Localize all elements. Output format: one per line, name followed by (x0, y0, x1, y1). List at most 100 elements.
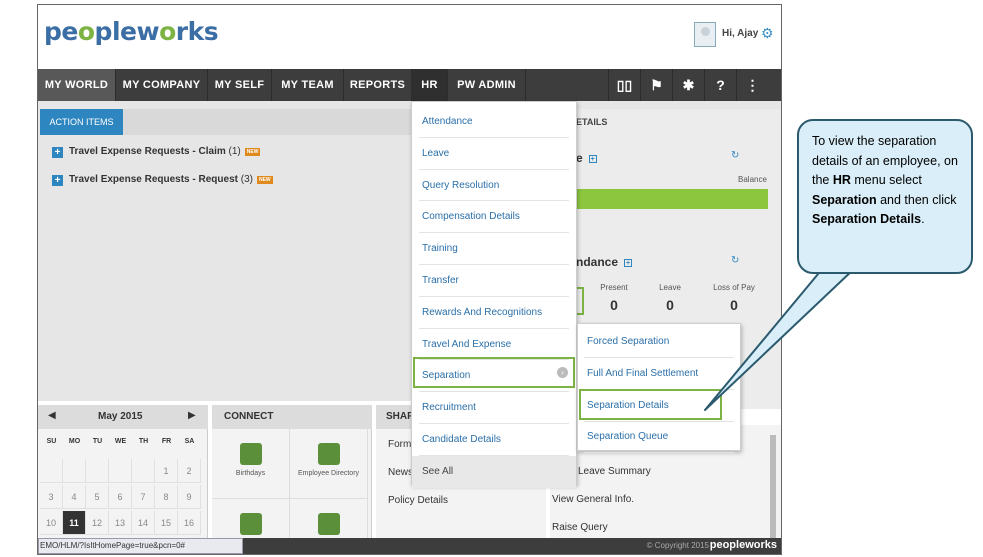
calendar-day[interactable]: 14 (132, 511, 155, 535)
nav-pw-admin[interactable]: PW ADMIN (448, 69, 526, 101)
nav-hr[interactable]: HR (412, 69, 448, 101)
action-item-count: (1) (228, 146, 241, 157)
expand-icon[interactable]: + (52, 175, 63, 186)
calendar-day[interactable]: 4 (63, 485, 86, 509)
share-link-news[interactable]: News (388, 467, 413, 478)
leave-value: 0 (666, 297, 674, 313)
expand-icon[interactable]: + (624, 259, 633, 267)
action-item-row[interactable]: + Travel Expense Requests - Request (3) NE… (52, 174, 273, 186)
calendar-day[interactable]: 11 (63, 511, 86, 535)
gear-icon[interactable]: ⚙ (761, 25, 774, 42)
present-label: Present (600, 283, 628, 292)
calendar-next-icon[interactable]: ▶ (188, 410, 196, 421)
app-window: peopleworks Hi, Ajay ⚙ MY WORLD MY COMPA… (37, 4, 782, 555)
hr-menu-item-transfer[interactable]: Transfer (419, 265, 569, 297)
calendar-day[interactable]: 12 (86, 511, 109, 535)
submenu-arrow-icon: › (557, 367, 568, 378)
nav-my-self[interactable]: MY SELF (208, 69, 272, 101)
submenu-item-full-and-final-settlement[interactable]: Full And Final Settlement (584, 358, 734, 390)
calendar-day[interactable]: 16 (178, 511, 201, 535)
hr-menu-see-all[interactable]: See All (412, 455, 576, 488)
separation-highlight (413, 357, 575, 388)
callout-text: To view the separation details of an emp… (812, 132, 962, 230)
hr-menu-item-leave[interactable]: Leave (419, 138, 569, 170)
sitemap-icon[interactable]: ⋮ (736, 69, 768, 101)
action-items-tab[interactable]: ACTION ITEMS (40, 109, 123, 135)
hr-menu-item-travel-and-expense[interactable]: Travel And Expense (419, 329, 569, 361)
quick-link-leave-summary[interactable]: Leave Summary (578, 466, 651, 477)
employee-directory-tile[interactable]: Employee Directory (290, 429, 368, 499)
user-avatar[interactable] (694, 22, 716, 47)
calendar-day[interactable]: 9 (178, 485, 201, 509)
copyright-text: © Copyright 2015 (646, 541, 709, 550)
calendar-day[interactable]: 10 (40, 511, 63, 535)
hr-menu-item-candidate-details[interactable]: Candidate Details (419, 424, 569, 456)
calendar-day[interactable]: 13 (109, 511, 132, 535)
peopleworks-logo[interactable]: peopleworks (44, 17, 219, 46)
quick-link-raise-query[interactable]: Raise Query (552, 522, 608, 533)
book-icon (239, 513, 262, 535)
calendar-weekday: SU (46, 438, 57, 445)
hr-menu-item-query-resolution[interactable]: Query Resolution (419, 170, 569, 202)
balance-label: Balance (738, 175, 767, 184)
action-item-count: (3) (240, 174, 253, 185)
hr-dropdown-menu: Attendance Leave Query Resolution Compensat… (411, 101, 577, 488)
hr-menu-item-recruitment[interactable]: Recruitment (419, 392, 569, 424)
calendar-day[interactable]: 6 (109, 485, 132, 509)
leave-label: Leave (659, 283, 681, 292)
refresh-icon[interactable]: ↻ (731, 150, 739, 161)
nav-my-world[interactable]: MY WORLD (38, 69, 116, 101)
tools-icon[interactable]: ✱ (672, 69, 704, 101)
footer-logo: peopleworks (709, 539, 777, 551)
connect-title: CONNECT (224, 411, 274, 422)
calendar-day[interactable]: 2 (178, 459, 201, 483)
calendar-day[interactable]: 3 (40, 485, 63, 509)
loss-of-pay-label: Loss of Pay (713, 283, 755, 292)
hr-menu-item-attendance[interactable]: Attendance (419, 106, 569, 138)
calendar-day[interactable]: 7 (132, 485, 155, 509)
callout-text-part: . (921, 212, 925, 226)
calendar-day[interactable]: 15 (155, 511, 178, 535)
details-panel-header: ETAILS (576, 117, 608, 127)
nav-my-company[interactable]: MY COMPANY (116, 69, 208, 101)
calendar-day[interactable]: 1 (155, 459, 178, 483)
birthdays-tile[interactable]: Birthdays (212, 429, 290, 499)
expand-icon[interactable]: + (588, 155, 597, 163)
calendar-day (109, 459, 132, 483)
submenu-item-separation-queue[interactable]: Separation Queue (584, 421, 734, 454)
quick-links-scrollbar[interactable] (770, 435, 776, 541)
nav-my-team[interactable]: MY TEAM (272, 69, 344, 101)
calendar-day[interactable]: 5 (86, 485, 109, 509)
calendar-day[interactable]: 8 (155, 485, 178, 509)
calendar-weekday: TU (92, 438, 103, 445)
nav-reports[interactable]: REPORTS (344, 69, 412, 101)
action-item-label: Travel Expense Requests - Request (69, 174, 238, 185)
calendar-day (40, 459, 63, 483)
help-icon[interactable]: ? (704, 69, 736, 101)
flag-icon[interactable]: ⚑ (640, 69, 672, 101)
separation-details-highlight (579, 389, 722, 420)
calendar-prev-icon[interactable]: ◀ (48, 410, 56, 421)
calendar-day (132, 459, 155, 483)
action-item-label: Travel Expense Requests - Claim (69, 146, 226, 157)
hr-menu-item-training[interactable]: Training (419, 233, 569, 265)
calendar-day (63, 459, 86, 483)
action-item-row[interactable]: + Travel Expense Requests - Claim (1) NEW (52, 146, 261, 158)
expand-icon[interactable]: + (52, 147, 63, 158)
hr-menu-item-rewards-and-recognitions[interactable]: Rewards And Recognitions (419, 297, 569, 329)
hr-menu-item-compensation-details[interactable]: Compensation Details (419, 201, 569, 234)
newspaper-icon (317, 513, 340, 535)
refresh-icon[interactable]: ↻ (731, 255, 739, 266)
calendar-month-title: May 2015 (98, 411, 143, 422)
share-link-policy-details[interactable]: Policy Details (388, 495, 448, 506)
calendar-weekday: WE (114, 438, 127, 445)
book-icon[interactable]: ▯▯ (608, 69, 640, 101)
calendar-weekday: SA (184, 438, 195, 445)
calendar-weekday: FR (161, 438, 172, 445)
employee-directory-label: Employee Directory (297, 470, 360, 477)
calendar-day (86, 459, 109, 483)
share-link-form[interactable]: Form (388, 439, 411, 450)
separation-submenu: Forced Separation Full And Final Settleme… (577, 323, 741, 454)
submenu-item-forced-separation[interactable]: Forced Separation (584, 326, 734, 358)
quick-link-view-general-info[interactable]: View General Info. (552, 494, 634, 505)
